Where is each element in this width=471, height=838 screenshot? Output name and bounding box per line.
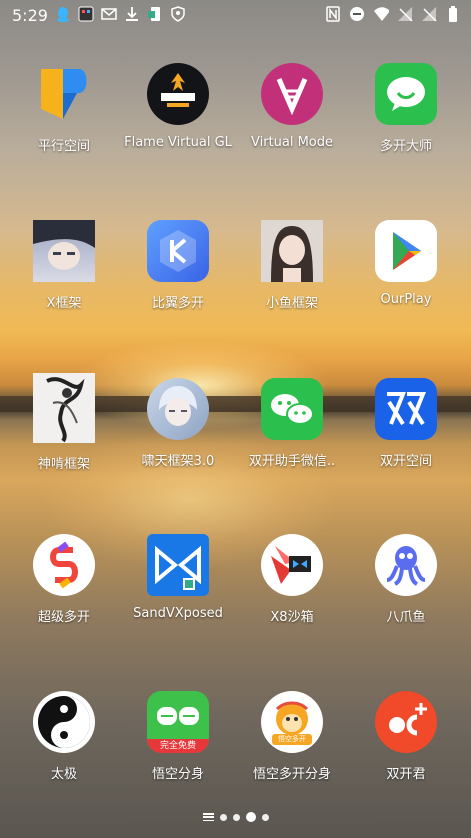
app-label: 多开大师 bbox=[379, 139, 432, 154]
app-dual-wechat-helper[interactable]: 双开助手微信.. bbox=[234, 378, 350, 469]
app-drawer-icon[interactable] bbox=[202, 813, 214, 821]
app-taiji[interactable]: 太极 bbox=[6, 691, 122, 782]
app-label: 悟空多开分身 bbox=[252, 767, 331, 782]
app-shenken-framework[interactable]: 神啃框架 bbox=[6, 373, 122, 472]
app-label: 双开空间 bbox=[379, 454, 432, 469]
anime-photo-icon bbox=[33, 220, 95, 282]
parallel-space-icon bbox=[33, 63, 95, 125]
app-parallel-space[interactable]: 平行空间 bbox=[6, 63, 122, 154]
app-wukong-fenshen[interactable]: 完全免费 悟空分身 bbox=[120, 691, 236, 782]
x8-icon bbox=[261, 534, 323, 596]
taiji-icon bbox=[33, 691, 95, 753]
app-label: SandVXposed bbox=[133, 606, 223, 621]
app-label: 超级多开 bbox=[37, 610, 90, 625]
status-bar: 5:29 bbox=[0, 0, 471, 30]
app-ourplay[interactable]: OurPlay bbox=[348, 220, 464, 307]
app-label: X8沙箱 bbox=[270, 610, 314, 625]
qq-icon bbox=[55, 6, 71, 22]
flame-icon bbox=[147, 63, 209, 125]
app-x-framework[interactable]: X框架 bbox=[6, 220, 122, 311]
no-sim-icon bbox=[421, 6, 437, 22]
app-label: 双开君 bbox=[386, 767, 426, 782]
page-dot[interactable] bbox=[219, 813, 227, 821]
app-icon bbox=[78, 6, 94, 22]
ink-painting-icon bbox=[33, 373, 95, 443]
app-xiaoyu-framework[interactable]: 小鱼框架 bbox=[234, 220, 350, 311]
app-label: 八爪鱼 bbox=[386, 610, 426, 625]
mail-icon bbox=[101, 6, 117, 22]
app-label: OurPlay bbox=[380, 292, 432, 307]
phone-clone-icon bbox=[147, 6, 163, 22]
app-label: 太极 bbox=[50, 767, 77, 782]
app-label: 比翼多开 bbox=[151, 296, 204, 311]
app-label: 啸天框架3.0 bbox=[141, 454, 215, 469]
wechat-style-icon bbox=[375, 63, 437, 125]
page-indicator[interactable] bbox=[0, 812, 471, 822]
app-biyi-duokai[interactable]: 比翼多开 bbox=[120, 220, 236, 311]
anime-boy-icon bbox=[147, 378, 209, 440]
signal-icon bbox=[397, 6, 413, 22]
app-duokai-dashi[interactable]: 多开大师 bbox=[348, 63, 464, 154]
app-wukong-duokai-fenshen[interactable]: 悟空多开 悟空多开分身 bbox=[234, 691, 350, 782]
app-flame-virtual-gl[interactable]: Flame Virtual GL bbox=[120, 63, 236, 150]
k-logo-icon bbox=[147, 220, 209, 282]
app-super-duokai[interactable]: 超级多开 bbox=[6, 534, 122, 625]
app-label: 双开助手微信.. bbox=[248, 454, 336, 469]
sandvx-icon bbox=[147, 534, 209, 596]
girl-photo-icon bbox=[261, 220, 323, 282]
wifi-icon bbox=[373, 6, 389, 22]
s-logo-icon bbox=[33, 534, 95, 596]
free-badge: 完全免费 bbox=[147, 739, 209, 753]
app-octopus[interactable]: 八爪鱼 bbox=[348, 534, 464, 625]
dual-plus-icon bbox=[375, 691, 437, 753]
app-virtual-mode[interactable]: Virtual Mode bbox=[234, 63, 350, 150]
app-sandvxposed[interactable]: SandVXposed bbox=[120, 534, 236, 621]
app-shuangkai-jun[interactable]: 双开君 bbox=[348, 691, 464, 782]
status-time: 5:29 bbox=[12, 6, 48, 25]
page-dot-current[interactable] bbox=[245, 812, 256, 822]
shuang-icon bbox=[375, 378, 437, 440]
app-x8-sandbox[interactable]: X8沙箱 bbox=[234, 534, 350, 625]
app-label: Flame Virtual GL bbox=[124, 135, 232, 150]
shield-icon bbox=[170, 6, 186, 22]
app-label: 平行空间 bbox=[37, 139, 90, 154]
wukong-icon: 完全免费 bbox=[147, 691, 209, 753]
app-label: 悟空分身 bbox=[151, 767, 204, 782]
app-label: X框架 bbox=[46, 296, 82, 311]
play-triangle-icon bbox=[375, 220, 437, 282]
app-dual-space[interactable]: 双开空间 bbox=[348, 378, 464, 469]
monkey-icon: 悟空多开 bbox=[261, 691, 323, 753]
dual-wechat-icon bbox=[261, 378, 323, 440]
battery-icon bbox=[445, 6, 461, 22]
app-label: 神啃框架 bbox=[37, 457, 90, 472]
monkey-badge: 悟空多开 bbox=[272, 734, 312, 745]
virtual-mode-icon bbox=[261, 63, 323, 125]
app-xiaotian-framework[interactable]: 啸天框架3.0 bbox=[120, 378, 236, 469]
page-dot[interactable] bbox=[232, 813, 240, 821]
nfc-icon bbox=[325, 6, 341, 22]
app-label: 小鱼框架 bbox=[265, 296, 318, 311]
octopus-icon bbox=[375, 534, 437, 596]
page-dot[interactable] bbox=[261, 813, 269, 821]
app-label: Virtual Mode bbox=[250, 135, 334, 150]
dnd-icon bbox=[349, 6, 365, 22]
download-icon bbox=[124, 6, 140, 22]
